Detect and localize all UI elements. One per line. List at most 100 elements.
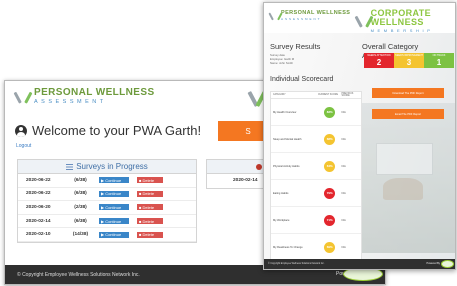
delete-button[interactable]: ■ Delete	[137, 177, 163, 184]
table-row: My Workplace 71% N/A	[271, 207, 361, 234]
panel-title: Surveys in Progress	[76, 162, 148, 171]
score-badge: 68%	[324, 133, 336, 145]
continue-label: Continue	[105, 218, 122, 224]
delete-button[interactable]: ■ Delete	[137, 190, 163, 197]
continue-label: Continue	[105, 232, 122, 238]
table-header: CATEGORY CURRENT SCORE PREVIOUS SCORE	[271, 92, 361, 99]
survey-progress: (2/38)	[74, 204, 87, 210]
survey-info-line: Name: John Smith	[270, 61, 294, 65]
continue-button[interactable]: ▶ Continue	[99, 204, 129, 211]
table-row: 2020-02-10 (14/38) ▶ Continue ■ Delete	[18, 228, 196, 242]
category-count: 1	[436, 58, 442, 67]
category-count: 3	[406, 58, 412, 67]
panel-header	[207, 160, 266, 174]
previous-score: N/A	[341, 164, 346, 168]
continue-label: Continue	[105, 177, 122, 183]
office-background-image	[361, 103, 455, 253]
score-badge: 79%	[324, 187, 336, 199]
ewsn-logo-icon[interactable]	[441, 260, 454, 268]
continue-button[interactable]: ▶ Continue	[99, 231, 129, 238]
survey-list: 2020-06-22 (6/38) ▶ Continue ■ Delete 2020-0…	[18, 174, 196, 242]
footer: © Copyright Employee Wellness Solutions …	[264, 259, 455, 269]
survey-date: 2020-06-22	[26, 191, 51, 197]
category-name: My Health Overview	[273, 110, 297, 114]
previous-score: N/A	[341, 218, 346, 222]
download-pdf-button[interactable]: Download The PDF Report	[372, 88, 444, 98]
scorecard-table: CATEGORY CURRENT SCORE PREVIOUS SCORE My…	[270, 91, 362, 261]
copyright-text: © Copyright Employee Wellness Solutions …	[268, 263, 325, 265]
score-cell: 69%	[318, 241, 341, 253]
table-row: My Readiness To Change 69% N/A	[271, 234, 361, 261]
previous-score: N/A	[341, 137, 346, 141]
score-badge: 83%	[324, 106, 336, 118]
score-cell: 71%	[318, 214, 341, 226]
logout-link[interactable]: Logout	[16, 143, 31, 149]
previous-score: N/A	[341, 245, 346, 249]
delete-label: Delete	[142, 232, 155, 238]
column-header: CURRENT SCORE	[317, 94, 338, 96]
completed-surveys-panel: 2020-02-14	[206, 159, 266, 189]
score-badge: 69%	[324, 241, 336, 253]
pwa-logo[interactable]: PERSONAL WELLNESS ASSESSMENT	[268, 10, 351, 21]
user-circle-icon	[15, 124, 27, 137]
delete-label: Delete	[142, 177, 155, 183]
score-badge: 64%	[324, 160, 336, 172]
category-name: My Readiness To Change	[273, 245, 303, 249]
category-name: Sleep and Mental Health	[273, 137, 302, 141]
oca-boxes: NEEDS ATTENTION 2 NEEDS IMPROVEMENT 3 ON TRA…	[364, 53, 454, 68]
delete-button[interactable]: ■ Delete	[137, 218, 163, 225]
surveys-in-progress-panel: Surveys in Progress 2020-06-22 (6/38) ▶ Co…	[17, 159, 197, 243]
logo-mark-icon	[13, 90, 33, 104]
table-row: Sleep and Mental Health 68% N/A	[271, 126, 361, 153]
category-count: 2	[376, 58, 382, 67]
survey-date: 2020-06-20	[26, 204, 51, 210]
continue-label: Continue	[105, 191, 122, 197]
delete-label: Delete	[142, 191, 155, 197]
category-label: NEEDS IMPROVEMENT	[395, 54, 423, 57]
survey-date: 2020-02-14	[26, 218, 51, 224]
delete-label: Delete	[142, 204, 155, 210]
survey-progress: (6/38)	[74, 177, 87, 183]
results-body: Survey Results Survey date Employee: Gar…	[264, 33, 455, 269]
continue-button[interactable]: ▶ Continue	[99, 177, 129, 184]
page-title: Welcome to your PWA Garth!	[15, 123, 201, 138]
score-cell: 64%	[318, 160, 341, 172]
table-row: My Health Overview 83% N/A	[271, 99, 361, 126]
email-pdf-button[interactable]: Email The PDF Report	[372, 109, 444, 119]
delete-button[interactable]: ■ Delete	[137, 204, 163, 211]
score-badge: 71%	[324, 214, 336, 226]
category-label: ON TRACK	[432, 54, 446, 57]
header-icon	[256, 164, 262, 170]
table-row: 2020-06-22 (6/38) ▶ Continue ■ Delete	[18, 174, 196, 188]
category-name: Eating Habits	[273, 191, 289, 195]
panel-header: Surveys in Progress	[18, 160, 196, 174]
table-row: 2020-02-14 (6/38) ▶ Continue ■ Delete	[18, 215, 196, 229]
previous-score: N/A	[341, 191, 346, 195]
continue-button[interactable]: ▶ Continue	[99, 190, 129, 197]
category-count-box: ON TRACK 1	[424, 53, 454, 68]
delete-button[interactable]: ■ Delete	[137, 231, 163, 238]
pwa-logo[interactable]: PERSONAL WELLNESS ASSESSMENT	[13, 87, 155, 106]
previous-score: N/A	[341, 110, 346, 114]
survey-progress: (6/38)	[74, 218, 87, 224]
logo-line1: PERSONAL WELLNESS	[34, 87, 155, 98]
table-row: 2020-06-22 (6/38) ▶ Continue ■ Delete	[18, 188, 196, 202]
column-header: CATEGORY	[273, 94, 286, 96]
survey-progress: (14/38)	[72, 232, 89, 238]
copyright-text: © Copyright Employee Wellness Solutions …	[17, 271, 140, 278]
survey-results-title: Survey Results	[270, 42, 321, 51]
list-icon	[66, 163, 74, 170]
continue-label: Continue	[105, 204, 122, 210]
table-row: Eating Habits 79% N/A	[271, 180, 361, 207]
logo-line1: PERSONAL WELLNESS	[281, 10, 351, 16]
delete-label: Delete	[142, 218, 155, 224]
logo-line1: CORPORATE WELLNESS	[370, 8, 432, 27]
score-cell: 79%	[318, 187, 341, 199]
score-cell: 68%	[318, 133, 341, 145]
welcome-text: Welcome to your PWA Garth!	[32, 123, 202, 138]
continue-button[interactable]: ▶ Continue	[99, 218, 129, 225]
table-row: 2020-06-20 (2/38) ▶ Continue ■ Delete	[18, 201, 196, 215]
cwm-logo[interactable]: CORPORATE WELLNESS MEMBERSHIP	[354, 8, 455, 33]
individual-scorecard-title: Individual Scorecard	[270, 76, 334, 83]
category-count-box: NEEDS IMPROVEMENT 3	[394, 53, 424, 68]
